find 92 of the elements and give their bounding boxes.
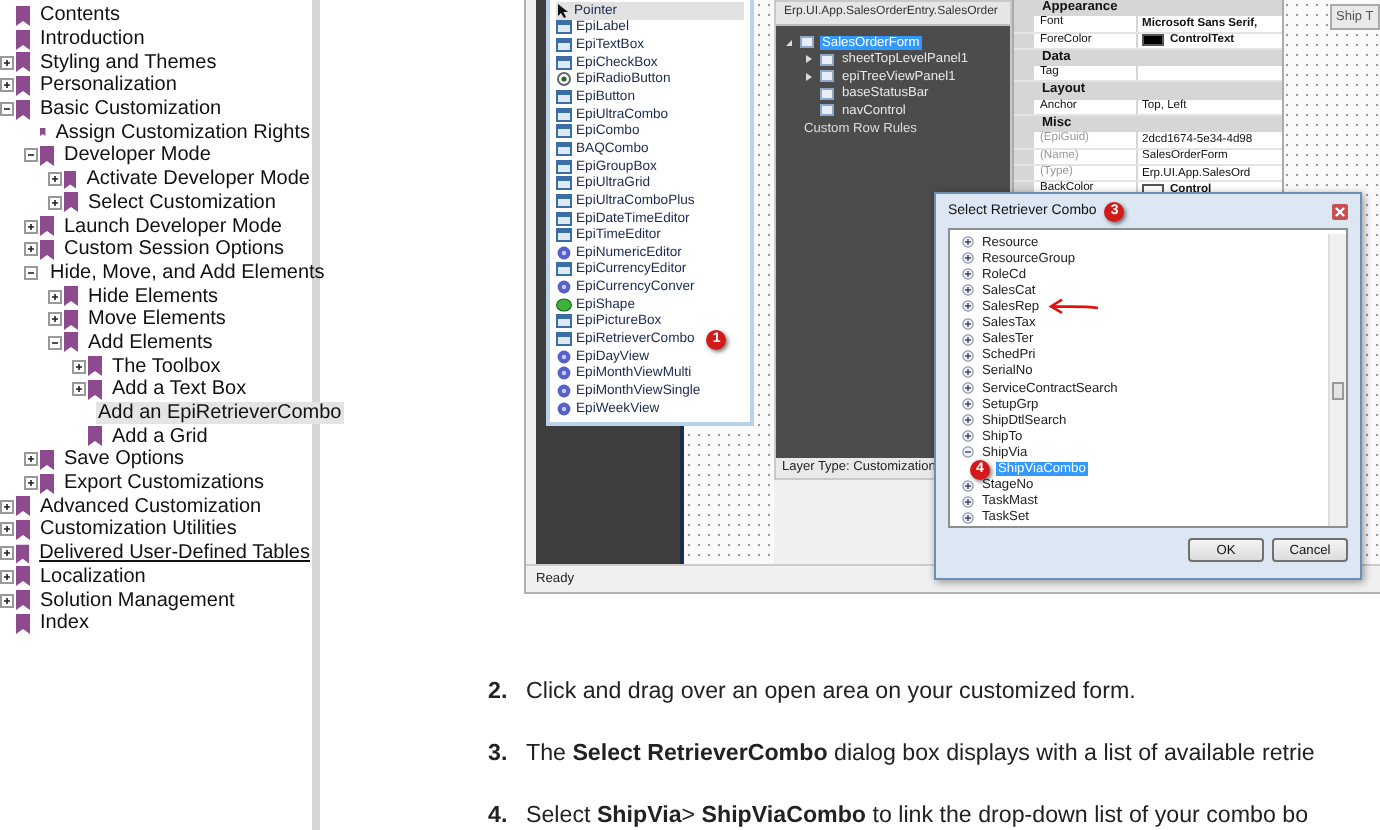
expand-toggle-icon[interactable] — [0, 55, 14, 70]
node-icon — [800, 36, 814, 49]
bookmark-icon — [40, 449, 54, 470]
expand-toggle-icon[interactable] — [48, 172, 62, 187]
expand-toggle-icon[interactable] — [962, 479, 974, 492]
collapse-toggle-icon[interactable] — [0, 102, 14, 117]
collapse-toggle-icon[interactable] — [48, 335, 62, 350]
control-icon — [556, 262, 572, 277]
toc-item[interactable]: The Toolbox — [110, 355, 223, 378]
expand-toggle-icon[interactable] — [962, 414, 974, 427]
step-text: Select ShipVia> ShipViaCombo to link the drop-down list of your combo bo — [526, 802, 1309, 830]
toc-item[interactable]: Export Customizations — [62, 472, 267, 495]
bookmark-icon — [40, 473, 54, 494]
expand-toggle-icon[interactable] — [962, 430, 974, 443]
expand-toggle-icon[interactable] — [0, 499, 14, 514]
expand-toggle-icon[interactable] — [0, 546, 14, 561]
expand-toggle-icon[interactable] — [962, 236, 974, 249]
expand-toggle-icon[interactable] — [962, 365, 974, 378]
expand-toggle-icon[interactable] — [962, 268, 974, 281]
toc-item[interactable]: Move Elements — [86, 308, 228, 331]
control-icon — [556, 20, 572, 35]
expand-toggle-icon[interactable] — [48, 289, 62, 304]
expand-toggle-icon[interactable] — [962, 317, 974, 330]
toc-item[interactable]: Custom Session Options — [62, 238, 287, 261]
toc-item[interactable]: Customization Utilities — [38, 518, 239, 541]
toc-item[interactable]: Add Elements — [86, 331, 215, 354]
node-icon — [820, 53, 834, 66]
expand-toggle-icon[interactable] — [0, 569, 14, 584]
toc-item[interactable]: Personalization — [38, 74, 179, 97]
radio-icon — [556, 72, 572, 87]
expand-toggle-icon[interactable] — [962, 495, 974, 508]
bookmark-icon — [88, 426, 102, 447]
step-number: 4. — [488, 802, 510, 830]
toc-item[interactable]: Introduction — [38, 28, 147, 51]
expand-toggle-icon[interactable] — [0, 593, 14, 608]
expand-toggle-icon[interactable] — [72, 359, 86, 374]
expand-toggle-icon[interactable] — [0, 522, 14, 537]
expand-toggle-icon[interactable] — [48, 312, 62, 327]
expand-toggle-icon[interactable] — [24, 242, 38, 257]
step-text: The Select RetrieverCombo dialog box displays with a list of available retrie — [526, 740, 1315, 768]
step-number: 2. — [488, 678, 510, 706]
expand-toggle-icon[interactable] — [48, 195, 62, 210]
step-number: 3. — [488, 740, 510, 768]
collapse-toggle-icon[interactable] — [962, 446, 974, 459]
expand-toggle-icon[interactable] — [962, 333, 974, 346]
node-icon — [820, 104, 834, 117]
toc-item[interactable]: Advanced Customization — [38, 495, 264, 518]
toc-item[interactable]: Save Options — [62, 448, 187, 471]
close-icon[interactable] — [1332, 203, 1348, 219]
expand-toggle-icon[interactable] — [962, 300, 974, 313]
expand-arrow-icon[interactable] — [804, 71, 814, 82]
toc-item[interactable]: Add a Text Box — [110, 378, 249, 401]
expand-toggle-icon[interactable] — [962, 349, 974, 362]
control-icon — [556, 211, 572, 225]
toc-item[interactable]: Solution Management — [38, 589, 237, 612]
collapse-toggle-icon[interactable] — [24, 265, 38, 280]
toc-item[interactable]: Contents — [38, 4, 123, 27]
toc-item[interactable]: Add an EpiRetrieverCombo — [96, 402, 344, 425]
toc-item[interactable]: Add a Grid — [110, 425, 210, 448]
toc-item[interactable]: Index — [38, 612, 91, 635]
toc-item[interactable]: Localization — [38, 565, 148, 588]
expand-toggle-icon[interactable] — [0, 78, 14, 93]
expand-toggle-icon[interactable] — [962, 252, 974, 265]
toc-item[interactable]: Assign Customization Rights — [53, 121, 312, 144]
pointer-icon — [556, 3, 570, 18]
expand-toggle-icon[interactable] — [962, 382, 974, 395]
node-icon — [820, 70, 834, 83]
toc-item[interactable]: Hide Elements — [86, 285, 221, 308]
step-text: Click and drag over an open area on your customized form. — [526, 678, 1136, 706]
expand-toggle-icon[interactable] — [24, 452, 38, 467]
expand-toggle-icon[interactable] — [24, 219, 38, 234]
collapse-arrow-icon[interactable] — [784, 37, 794, 48]
toc-item[interactable]: Developer Mode — [62, 144, 213, 167]
toc-item[interactable]: Basic Customization — [38, 98, 224, 121]
expand-toggle-icon[interactable] — [24, 476, 38, 491]
expand-toggle-icon[interactable] — [962, 284, 974, 297]
expand-toggle-icon[interactable] — [962, 511, 974, 524]
toc-item[interactable]: Select Customization — [86, 191, 278, 214]
expand-arrow-icon[interactable] — [804, 54, 814, 65]
shape-icon — [556, 297, 572, 312]
toc-item[interactable]: Delivered User-Defined Tables — [37, 542, 312, 565]
expand-toggle-icon[interactable] — [72, 382, 86, 397]
control-icon — [556, 228, 572, 243]
toc-item[interactable]: Hide, Move, and Add Elements — [48, 261, 327, 284]
toc-item[interactable]: Activate Developer Mode — [84, 168, 312, 191]
node-icon — [820, 87, 834, 100]
bookmark-icon — [16, 5, 30, 26]
expand-toggle-icon[interactable] — [962, 398, 974, 411]
collapse-toggle-icon[interactable] — [24, 148, 38, 163]
toc-item[interactable]: Launch Developer Mode — [62, 215, 284, 238]
toc-item[interactable]: Styling and Themes — [38, 51, 219, 74]
bookmark-icon — [16, 99, 30, 120]
